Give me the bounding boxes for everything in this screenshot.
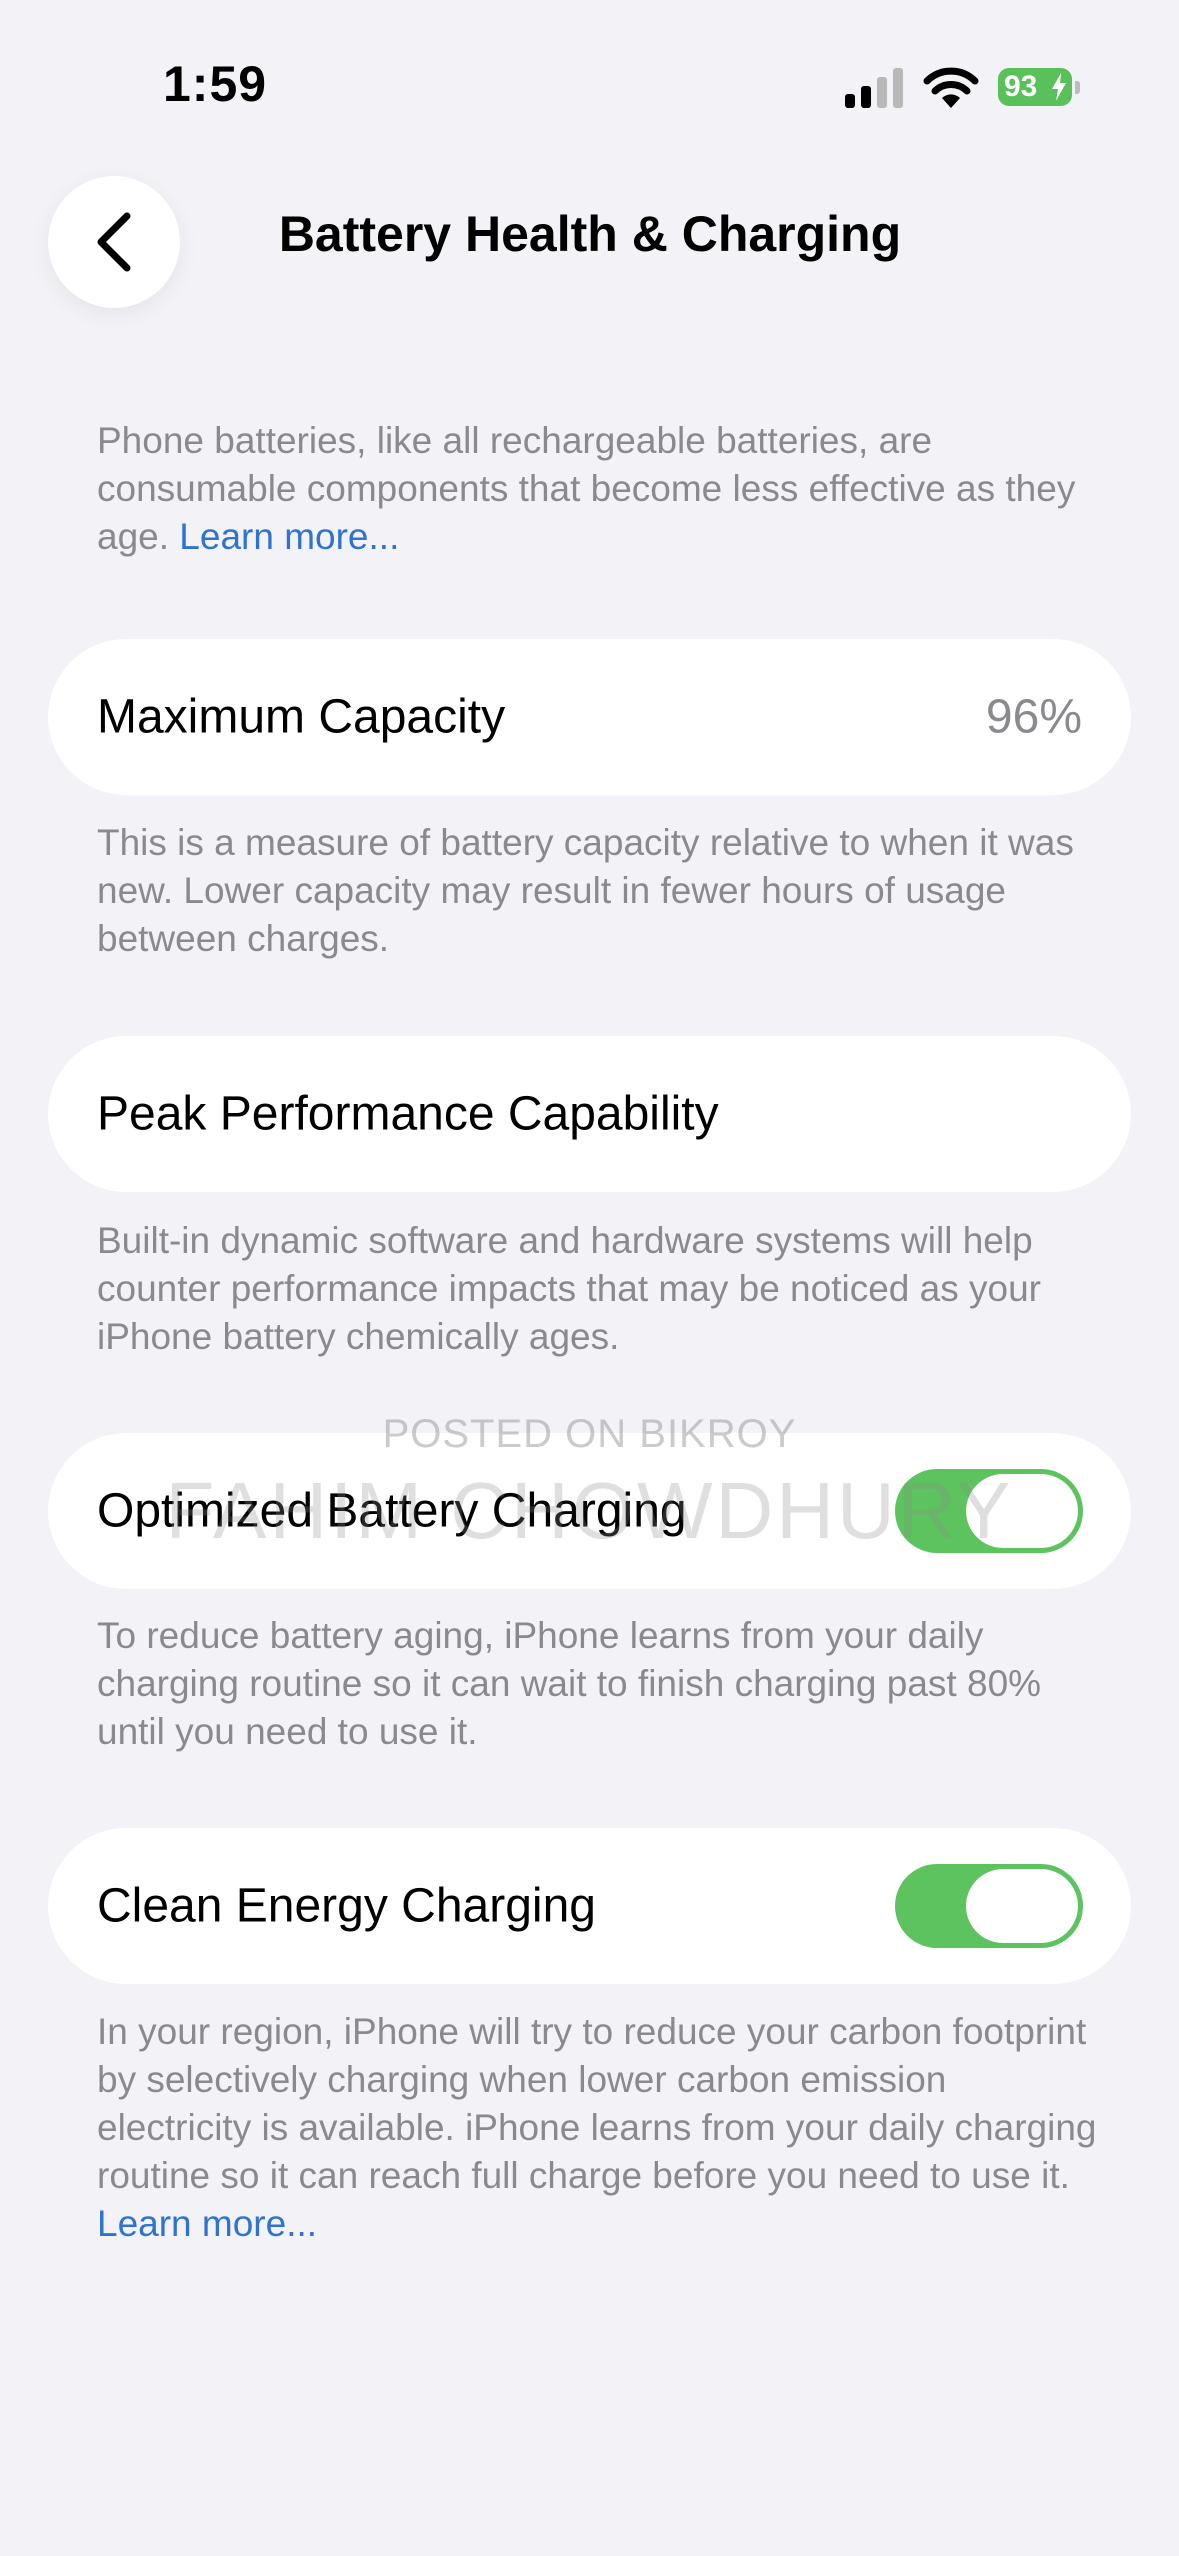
clean-energy-description-text: In your region, iPhone will try to reduc… bbox=[97, 2011, 1097, 2196]
optimized-charging-label: Optimized Battery Charging bbox=[97, 1484, 687, 1538]
wifi-icon bbox=[923, 67, 979, 108]
charging-bolt-icon bbox=[1052, 73, 1066, 101]
clean-energy-toggle[interactable] bbox=[895, 1864, 1083, 1948]
peak-performance-label: Peak Performance Capability bbox=[97, 1087, 719, 1141]
toggle-knob bbox=[966, 1869, 1078, 1943]
battery-icon: 93 bbox=[998, 68, 1080, 106]
maximum-capacity-description: This is a measure of battery capacity re… bbox=[97, 822, 1074, 959]
peak-performance-row: Peak Performance Capability bbox=[48, 1036, 1131, 1192]
optimized-charging-toggle[interactable] bbox=[895, 1469, 1083, 1553]
clean-energy-description: In your region, iPhone will try to reduc… bbox=[97, 2008, 1097, 2248]
clean-energy-row: Clean Energy Charging bbox=[48, 1828, 1131, 1984]
maximum-capacity-row: Maximum Capacity 96% bbox=[48, 639, 1131, 795]
maximum-capacity-value: 96% bbox=[985, 690, 1082, 744]
intro-text: Phone batteries, like all rechargeable b… bbox=[97, 417, 1097, 561]
status-bar: 1:59 93 bbox=[0, 0, 1179, 150]
cellular-signal-icon bbox=[845, 68, 903, 108]
intro-learn-more-link[interactable]: Learn more... bbox=[179, 516, 399, 557]
battery-cap bbox=[1075, 81, 1080, 94]
clean-energy-learn-more-link[interactable]: Learn more... bbox=[97, 2203, 317, 2244]
maximum-capacity-label: Maximum Capacity bbox=[97, 690, 506, 744]
clean-energy-label: Clean Energy Charging bbox=[97, 1879, 596, 1933]
status-time: 1:59 bbox=[163, 56, 268, 112]
chevron-left-icon bbox=[97, 212, 131, 272]
toggle-knob bbox=[966, 1474, 1078, 1548]
peak-performance-description: Built-in dynamic software and hardware s… bbox=[97, 1220, 1041, 1357]
optimized-charging-description: To reduce battery aging, iPhone learns f… bbox=[97, 1615, 1042, 1752]
optimized-charging-row: Optimized Battery Charging bbox=[48, 1433, 1131, 1589]
page-title: Battery Health & Charging bbox=[278, 206, 902, 262]
back-button[interactable] bbox=[48, 176, 180, 308]
